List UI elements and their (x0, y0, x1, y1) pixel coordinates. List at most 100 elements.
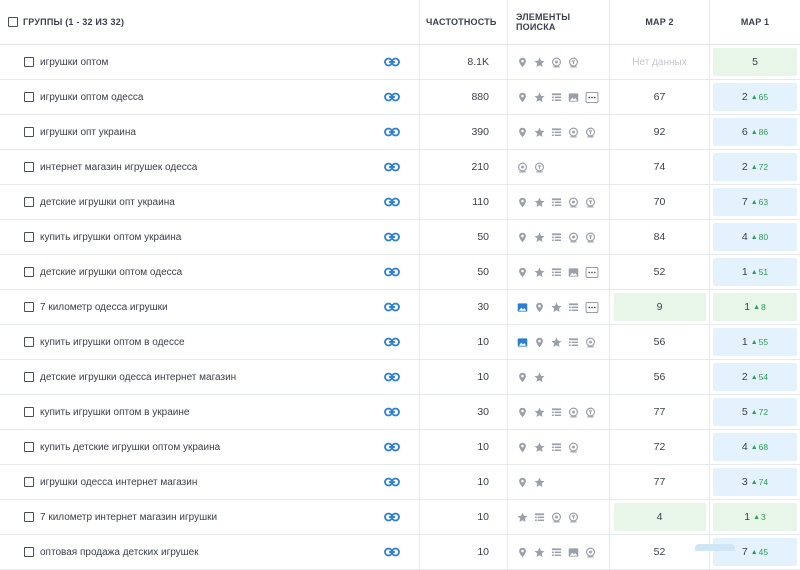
table-row[interactable]: детские игрушки опт украина 110 70 7 ▲ 63 (0, 185, 800, 220)
header-search-features[interactable]: ЭЛЕМЕНТЫ ПОИСКА (508, 0, 610, 44)
row-checkbox[interactable] (24, 372, 34, 382)
keyword-text[interactable]: 7 километр интернет магазин игрушки (40, 512, 217, 523)
star-icon (534, 92, 545, 103)
more-icon[interactable] (585, 301, 599, 313)
keyword-text[interactable]: купить игрушки оптом в одессе (40, 337, 185, 348)
map2-badge: 9 (613, 293, 706, 321)
search-features-cell (508, 255, 610, 289)
map-pin-icon (517, 407, 528, 418)
keyword-text[interactable]: купить игрушки оптом в украине (40, 407, 189, 418)
table-row[interactable]: детские игрушки одесса интернет магазин 1… (0, 360, 800, 395)
coin-plus-icon (568, 512, 579, 523)
row-checkbox[interactable] (24, 92, 34, 102)
keyword-text[interactable]: детские игрушки опт украина (40, 197, 175, 208)
keyword-cell: купить игрушки оптом в украине (0, 395, 420, 429)
more-icon[interactable] (585, 91, 599, 103)
map1-value: 1 (741, 336, 748, 348)
keyword-text[interactable]: оптовая продажа детских игрушек (40, 547, 199, 558)
map1-badge: 5 (713, 48, 797, 76)
keyword-cell: детские игрушки опт украина (0, 185, 420, 219)
keyword-text[interactable]: игрушки оптом одесса (40, 92, 143, 103)
table-row[interactable]: игрушки одесса интернет магазин 10 77 3 ▲ 74 (0, 465, 800, 500)
row-checkbox[interactable] (24, 337, 34, 347)
map1-badge: 6 ▲ 86 (713, 118, 797, 146)
search-features-cell (508, 465, 610, 499)
map-pin-icon (534, 337, 545, 348)
table-row[interactable]: интернет магазин игрушек одесса 210 74 2 ▲ 72 (0, 150, 800, 185)
map1-value: 4 (741, 441, 748, 453)
keyword-text[interactable]: купить игрушки оптом украина (40, 232, 181, 243)
row-checkbox[interactable] (24, 127, 34, 137)
frequency-value: 10 (477, 441, 489, 453)
row-checkbox[interactable] (24, 407, 34, 417)
map1-value: 2 (741, 161, 748, 173)
table-row[interactable]: 7 километр одесса игрушки 30 9 1 ▲ 8 (0, 290, 800, 325)
row-checkbox[interactable] (24, 232, 34, 242)
map-pin-icon (517, 267, 528, 278)
list-icon (551, 232, 562, 243)
frequency-value: 50 (477, 266, 489, 278)
arrow-up-icon: ▲ (750, 373, 758, 381)
keyword-text[interactable]: купить детские игрушки оптом украина (40, 442, 220, 453)
row-checkbox[interactable] (24, 267, 34, 277)
keyword-text[interactable]: детские игрушки оптом одесса (40, 267, 182, 278)
list-icon (568, 337, 579, 348)
keyword-text[interactable]: игрушки опт украина (40, 127, 136, 138)
table-row[interactable]: игрушки опт украина 390 92 6 ▲ 86 (0, 115, 800, 150)
table-row[interactable]: купить игрушки оптом украина 50 84 4 ▲ 80 (0, 220, 800, 255)
row-checkbox[interactable] (24, 477, 34, 487)
search-features-cell (508, 535, 610, 569)
arrow-up-icon: ▲ (750, 338, 758, 346)
coin-plus-icon (534, 162, 545, 173)
list-icon (534, 512, 545, 523)
frequency-cell: 50 (420, 220, 508, 254)
keyword-text[interactable]: интернет магазин игрушек одесса (40, 162, 197, 173)
table-row[interactable]: купить игрушки оптом в одессе 10 56 1 ▲ 55 (0, 325, 800, 360)
map1-cell: 3 ▲ 74 (710, 465, 800, 499)
map1-cell: 1 ▲ 51 (710, 255, 800, 289)
header-map1[interactable]: MAP 1 (710, 0, 800, 44)
header-frequency[interactable]: ЧАСТОТНОСТЬ (420, 0, 508, 44)
image-blue-icon (517, 302, 528, 313)
arrow-up-icon: ▲ (750, 198, 758, 206)
map2-cell: 4 (610, 500, 710, 534)
map1-badge: 1 ▲ 55 (713, 328, 797, 356)
horizontal-scrollbar[interactable] (695, 544, 735, 551)
row-checkbox[interactable] (24, 442, 34, 452)
frequency-value: 880 (471, 91, 489, 103)
keyword-cell: детские игрушки одесса интернет магазин (0, 360, 420, 394)
row-checkbox[interactable] (24, 162, 34, 172)
more-icon[interactable] (585, 266, 599, 278)
table-row[interactable]: купить детские игрушки оптом украина 10 72… (0, 430, 800, 465)
star-icon (517, 512, 528, 523)
map-pin-icon (517, 442, 528, 453)
table-row[interactable]: оптовая продажа детских игрушек 10 52 7 ▲ 45 (0, 535, 800, 570)
map2-cell: 52 (610, 535, 710, 569)
arrow-up-icon: ▲ (750, 93, 758, 101)
frequency-value: 30 (477, 406, 489, 418)
row-checkbox[interactable] (24, 512, 34, 522)
keyword-text[interactable]: игрушки одесса интернет магазин (40, 477, 197, 488)
table-row[interactable]: 7 километр интернет магазин игрушки 10 4 1 ▲… (0, 500, 800, 535)
arrow-up-icon: ▲ (753, 513, 761, 521)
arrow-up-icon: ▲ (750, 128, 758, 136)
map2-value: 77 (653, 476, 666, 488)
select-all-checkbox[interactable] (8, 17, 18, 27)
row-checkbox[interactable] (24, 547, 34, 557)
keyword-text[interactable]: детские игрушки одесса интернет магазин (40, 372, 236, 383)
map2-cell: 9 (610, 290, 710, 324)
keyword-cell: детские игрушки оптом одесса (0, 255, 420, 289)
table-row[interactable]: детские игрушки оптом одесса 50 52 1 ▲ 51 (0, 255, 800, 290)
coin-plus-icon (568, 57, 579, 68)
header-map2[interactable]: MAP 2 (610, 0, 710, 44)
table-row[interactable]: игрушки оптом 8.1K Нет данных 5 (0, 45, 800, 80)
row-checkbox[interactable] (24, 57, 34, 67)
search-features-cell (508, 80, 610, 114)
coin-plus-icon (585, 197, 596, 208)
row-checkbox[interactable] (24, 197, 34, 207)
table-row[interactable]: купить игрушки оптом в украине 30 77 5 ▲ 72 (0, 395, 800, 430)
keyword-text[interactable]: игрушки оптом (40, 57, 108, 68)
row-checkbox[interactable] (24, 302, 34, 312)
keyword-text[interactable]: 7 километр одесса игрушки (40, 302, 168, 313)
table-row[interactable]: игрушки оптом одесса 880 67 2 ▲ 65 (0, 80, 800, 115)
